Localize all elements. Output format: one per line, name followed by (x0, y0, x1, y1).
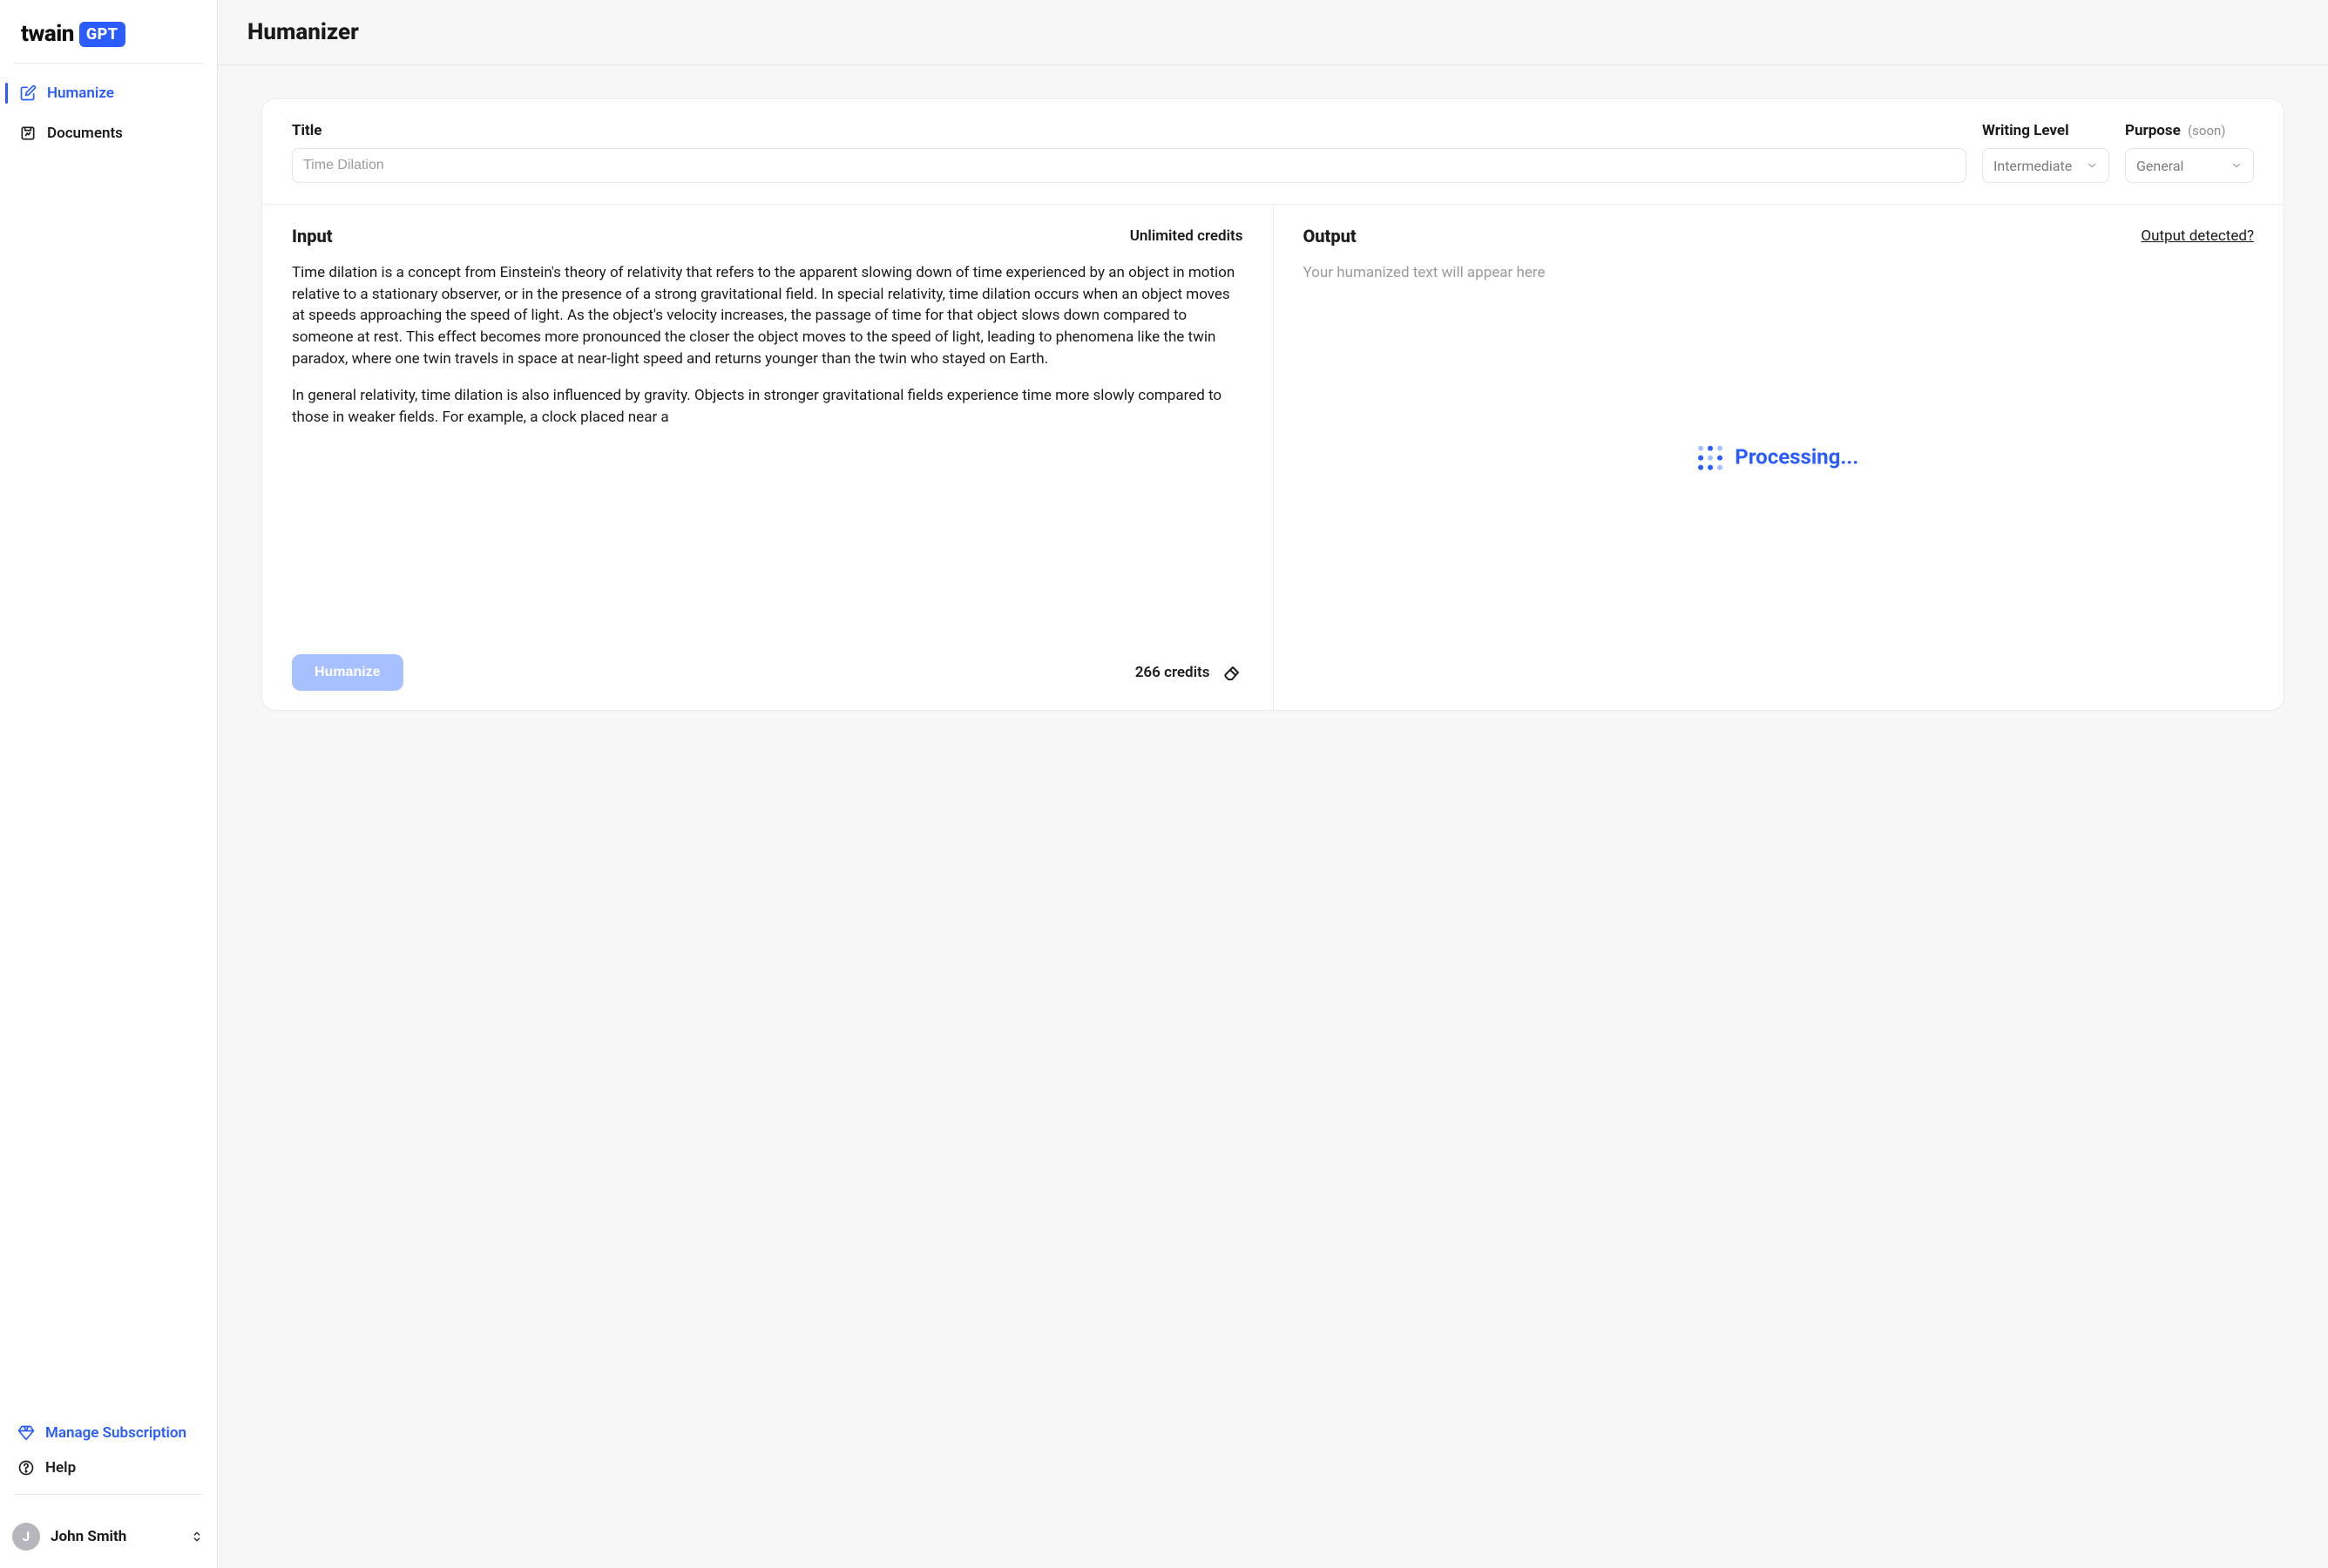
humanize-button[interactable]: Humanize (292, 654, 403, 691)
purpose-select[interactable]: General (2125, 148, 2254, 183)
topbar: Humanizer (218, 0, 2328, 65)
nav-item-label: Documents (47, 125, 123, 142)
input-paragraph: Time dilation is a concept from Einstein… (292, 262, 1243, 369)
nav-item-label: Humanize (47, 84, 114, 102)
manage-subscription-link[interactable]: Manage Subscription (5, 1416, 212, 1450)
output-placeholder: Your humanized text will appear here (1303, 262, 2255, 284)
sidebar-bottom: Manage Subscription Help (0, 1416, 217, 1485)
edit-square-icon (19, 84, 37, 102)
chevron-down-icon (2230, 159, 2243, 172)
input-textarea[interactable]: Time dilation is a concept from Einstein… (262, 253, 1273, 642)
avatar: J (12, 1523, 40, 1551)
divider (14, 63, 203, 64)
output-body: Your humanized text will appear here Pro… (1274, 253, 2284, 706)
processing-indicator: Processing... (1698, 443, 1858, 473)
logo-text-gpt: GPT (79, 22, 125, 47)
field-title: Title (292, 122, 1966, 183)
user-menu[interactable]: J John Smith (0, 1512, 217, 1558)
writing-level-value: Intermediate (1993, 158, 2072, 174)
sidebar: twain GPT Humanize Documents (0, 0, 218, 1568)
card: Title Writing Level Intermediate (261, 98, 2284, 711)
credit-count: 266 credits (1135, 664, 1210, 681)
input-pane: Input Unlimited credits Time dilation is… (262, 205, 1274, 710)
eraser-icon[interactable] (1222, 662, 1243, 683)
writing-level-label: Writing Level (1982, 122, 2109, 139)
output-detected-link[interactable]: Output detected? (2141, 227, 2254, 245)
content: Title Writing Level Intermediate (218, 65, 2328, 744)
output-heading: Output (1303, 226, 1357, 247)
purpose-label: Purpose (soon) (2125, 122, 2254, 139)
title-label: Title (292, 122, 1966, 139)
user-name: John Smith (51, 1528, 179, 1545)
documents-icon (19, 125, 37, 142)
processing-text: Processing... (1735, 443, 1858, 473)
help-circle-icon (17, 1459, 35, 1477)
field-writing-level: Writing Level Intermediate (1982, 122, 2109, 183)
purpose-soon-text: (soon) (2188, 123, 2226, 139)
logo: twain GPT (0, 0, 217, 63)
help-link[interactable]: Help (5, 1450, 212, 1485)
purpose-label-text: Purpose (2125, 122, 2181, 139)
nav-item-humanize[interactable]: Humanize (5, 76, 212, 111)
chevron-down-icon (2086, 159, 2098, 172)
field-purpose: Purpose (soon) General (2125, 122, 2254, 183)
bottom-link-label: Help (45, 1459, 76, 1477)
input-paragraph: In general relativity, time dilation is … (292, 385, 1243, 428)
credits-label: Unlimited credits (1130, 227, 1243, 245)
card-header: Title Writing Level Intermediate (262, 99, 2284, 205)
page-title: Humanizer (247, 19, 2298, 45)
logo-text-twain: twain (21, 21, 74, 47)
writing-level-select[interactable]: Intermediate (1982, 148, 2109, 183)
input-heading: Input (292, 226, 333, 247)
title-input[interactable] (292, 148, 1966, 183)
credit-count-group: 266 credits (1135, 662, 1243, 683)
spinner-icon (1698, 445, 1722, 470)
input-pane-footer: Humanize 266 credits (262, 642, 1273, 710)
nav-item-documents[interactable]: Documents (5, 116, 212, 151)
diamond-icon (17, 1424, 35, 1442)
main: Humanizer Title Writing Level Intermedia… (218, 0, 2328, 1568)
input-pane-header: Input Unlimited credits (262, 205, 1273, 253)
purpose-value: General (2136, 158, 2183, 174)
chevron-up-down-icon (189, 1529, 205, 1544)
nav: Humanize Documents (0, 76, 217, 156)
output-pane-header: Output Output detected? (1274, 205, 2284, 253)
bottom-link-label: Manage Subscription (45, 1424, 186, 1442)
card-body: Input Unlimited credits Time dilation is… (262, 205, 2284, 710)
output-pane: Output Output detected? Your humanized t… (1274, 205, 2284, 710)
divider (14, 1494, 203, 1495)
